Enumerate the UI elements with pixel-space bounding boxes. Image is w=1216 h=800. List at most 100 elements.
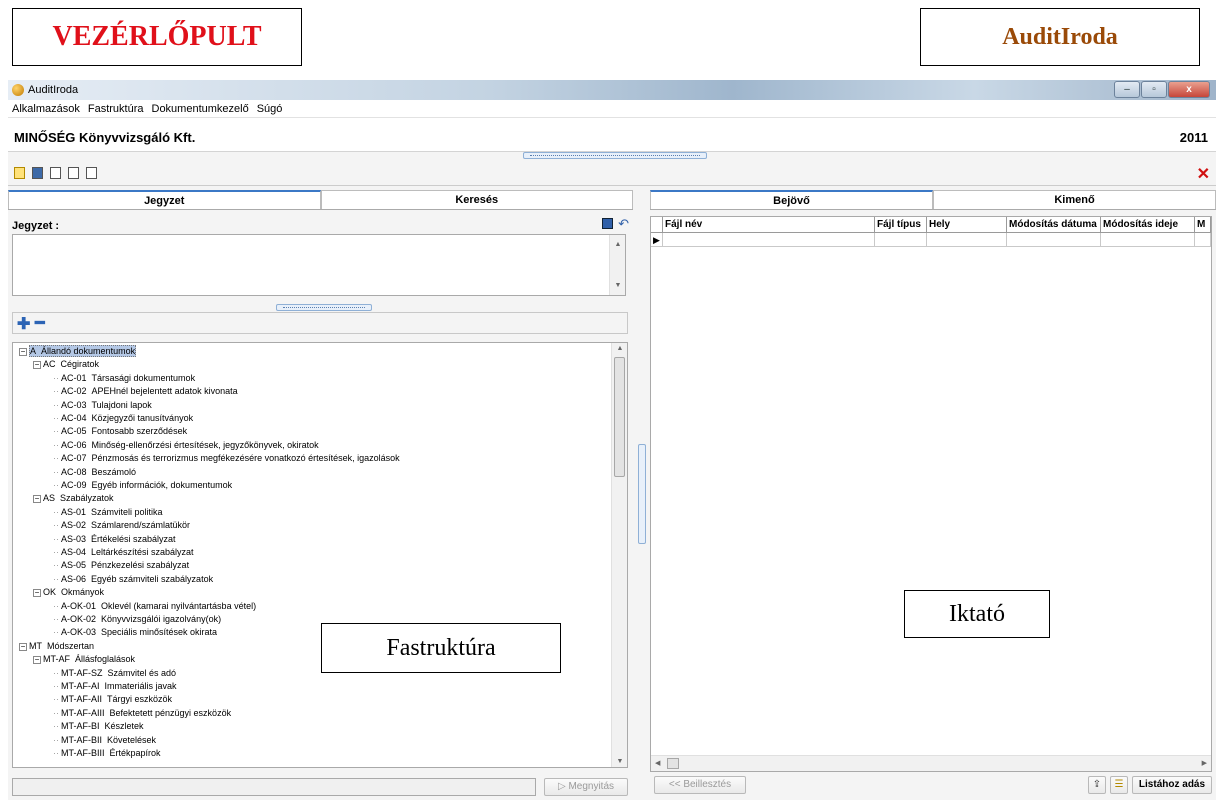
tree-node[interactable]: − AC Cégiratok [33,358,99,370]
tree-node[interactable]: ·· A-OK-03 Speciális minősítések okirata [53,626,217,638]
add-to-list-button[interactable]: Listához adás [1132,776,1212,794]
tree-node-label[interactable]: AC-09 Egyéb információk, dokumentumok [61,480,232,490]
tree-node-label[interactable]: AC-06 Minőség-ellenőrzési értesítések, je… [61,440,319,450]
tree-node-label[interactable]: AC-04 Közjegyzői tanusítványok [61,413,193,423]
collapse-icon[interactable]: − [19,642,27,651]
tree-node-label[interactable]: AS-04 Leltárkészítési szabályzat [61,547,194,557]
tree-node[interactable]: ·· MT-AF-BIII Értékpapírok [53,747,161,759]
col-fajl-nev[interactable]: Fájl név [663,217,875,233]
tree-node[interactable]: ·· MT-AF-BII Követelések [53,734,156,746]
open-button[interactable]: ▷ Megnyitás [544,778,628,796]
tree-node-label[interactable]: AC-01 Társasági dokumentumok [61,373,195,383]
note-textarea[interactable]: ▲ ▼ [12,234,626,296]
tree-node[interactable]: ·· MT-AF-AII Tárgyi eszközök [53,693,172,705]
tab-kimeno[interactable]: Kimenő [933,190,1216,209]
tree-node[interactable]: − A Állandó dokumentumok [19,345,137,357]
tree-node[interactable]: ·· AC-06 Minőség-ellenőrzési értesítések, … [53,439,319,451]
col-hely[interactable]: Hely [927,217,1007,233]
tree-node-label[interactable]: MT-AF Állásfoglalások [43,654,135,664]
tree-node-label[interactable]: MT Módszertan [29,641,94,651]
tree-node-label[interactable]: MT-AF-BIII Értékpapírok [61,748,161,758]
copy-icon[interactable] [68,167,79,179]
file-grid[interactable]: Fájl név Fájl típus Hely Módosítás dátum… [650,216,1212,772]
tree-node-label[interactable]: AS-03 Értékelési szabályzat [61,534,176,544]
collapse-icon[interactable]: − [19,348,27,356]
table-row[interactable] [651,233,1211,247]
vertical-splitter[interactable] [638,444,646,544]
menu-dokumentumkezelo[interactable]: Dokumentumkezelő [148,103,253,115]
note-scrollbar[interactable]: ▲ ▼ [609,235,625,295]
collapse-icon[interactable]: − [33,495,41,504]
grid-hscrollbar[interactable]: ◀ ▶ [651,755,1211,771]
tree-node-label[interactable]: AC-05 Fontosabb szerződések [61,426,187,436]
tree-node-label[interactable]: MT-AF-AII Tárgyi eszközök [61,694,172,704]
tree-node-label[interactable]: OK Okmányok [43,587,104,597]
tree-node-label[interactable]: MT-AF-AI Immateriális javak [61,681,177,691]
document-icon[interactable] [50,167,61,179]
tree-node[interactable]: ·· MT-AF-BI Készletek [53,720,144,732]
paste-button[interactable]: << Beillesztés [654,776,746,794]
tree-node[interactable]: ·· AC-01 Társasági dokumentumok [53,372,195,384]
tree-node-label[interactable]: AC-02 APEHnél bejelentett adatok kivonata [61,386,238,396]
tree-node-label[interactable]: A-OK-02 Könyvvizsgálói igazolvány(ok) [61,614,221,624]
tree-node[interactable]: − MT-AF Állásfoglalások [33,653,135,665]
tree-node[interactable]: ·· MT-AF-AIII Befektetett pénzügyi eszközö… [53,707,231,719]
tree-node-label[interactable]: AS Szabályzatok [43,493,114,503]
tree-node-label[interactable]: MT-AF-BII Követelések [61,735,156,745]
col-modositas-datuma[interactable]: Módosítás dátuma [1007,217,1101,233]
tree-node-label[interactable]: A Állandó dokumentumok [29,345,137,357]
tree-node[interactable]: − OK Okmányok [33,586,104,598]
tree-node[interactable]: ·· AC-03 Tulajdoni lapok [53,399,152,411]
tree-node[interactable]: ·· MT-AF-SZ Számvitel és adó [53,667,176,679]
tree-node[interactable]: ·· AC-02 APEHnél bejelentett adatok kivona… [53,385,238,397]
tree-node-label[interactable]: AC-03 Tulajdoni lapok [61,400,152,410]
tree-scroll-thumb[interactable] [614,357,625,477]
tree-node-label[interactable]: A-OK-03 Speciális minősítések okirata [61,627,217,637]
tree-node[interactable]: ·· AC-08 Beszámoló [53,466,136,478]
close-icon[interactable]: ✕ [1197,164,1210,184]
tree-scrollbar[interactable]: ▲ ▼ [611,343,627,767]
col-fajl-tipus[interactable]: Fájl típus [875,217,927,233]
menu-fastruktura[interactable]: Fastruktúra [84,103,148,115]
save-icon[interactable] [602,218,613,229]
tree-node[interactable]: ·· A-OK-02 Könyvvizsgálói igazolvány(ok) [53,613,221,625]
collapse-icon[interactable]: − [33,656,41,665]
tree-node-label[interactable]: AS-01 Számviteli politika [61,507,163,517]
export-icon[interactable]: ⇪ [1088,776,1106,794]
collapse-icon[interactable]: − [33,589,41,598]
tree-node[interactable]: ·· AS-04 Leltárkészítési szabályzat [53,546,194,558]
maximize-button[interactable]: ▫ [1141,81,1167,98]
tree-node-label[interactable]: AS-06 Egyéb számviteli szabályzatok [61,574,213,584]
collapse-icon[interactable]: − [33,361,41,370]
tree-node[interactable]: ·· A-OK-01 Oklevél (kamarai nyilvántartásb… [53,600,256,612]
remove-node-icon[interactable]: ━ [35,313,45,333]
tree-node[interactable]: ·· AS-05 Pénzkezelési szabályzat [53,559,189,571]
tree-node[interactable]: − AS Szabályzatok [33,492,114,504]
tab-jegyzet[interactable]: Jegyzet [8,190,321,209]
tab-bejovo[interactable]: Bejövő [650,190,933,209]
tree-icon[interactable] [14,167,25,179]
tree-view-icon[interactable]: ☰ [1110,776,1128,794]
tree-view[interactable]: − A Állandó dokumentumok − AC Cégiratok ·· AC-0… [12,342,628,768]
tree-node-label[interactable]: MT-AF-AIII Befektetett pénzügyi eszközök [61,708,231,718]
tree-node[interactable]: ·· AS-06 Egyéb számviteli szabályzatok [53,573,213,585]
tree-node[interactable]: ·· MT-AF-AI Immateriális javak [53,680,177,692]
tree-node-label[interactable]: MT-AF-BI Készletek [61,721,144,731]
tree-node[interactable]: ·· AS-01 Számviteli politika [53,506,163,518]
tree-node-label[interactable]: AC-07 Pénzmosás és terrorizmus megfékezés… [61,453,400,463]
menu-alkalmazasok[interactable]: Alkalmazások [8,103,84,115]
image-icon[interactable] [32,167,43,179]
paste-icon[interactable] [86,167,97,179]
header-splitter[interactable] [523,152,707,159]
tree-node[interactable]: − MT Módszertan [19,640,94,652]
tree-node[interactable]: ·· AC-07 Pénzmosás és terrorizmus megfékez… [53,452,400,464]
tree-node-label[interactable]: AS-02 Számlarend/számlatükör [61,520,190,530]
tree-node[interactable]: ·· AS-02 Számlarend/számlatükör [53,519,190,531]
close-window-button[interactable]: x [1168,81,1210,98]
tree-node[interactable]: ·· AC-09 Egyéb információk, dokumentumok [53,479,232,491]
tree-node[interactable]: ·· AC-04 Közjegyzői tanusítványok [53,412,193,424]
tree-node-label[interactable]: AC-08 Beszámoló [61,467,136,477]
col-m[interactable]: M [1195,217,1211,233]
tree-node-label[interactable]: AC Cégiratok [43,359,99,369]
undo-icon[interactable]: ↶ [618,216,629,232]
